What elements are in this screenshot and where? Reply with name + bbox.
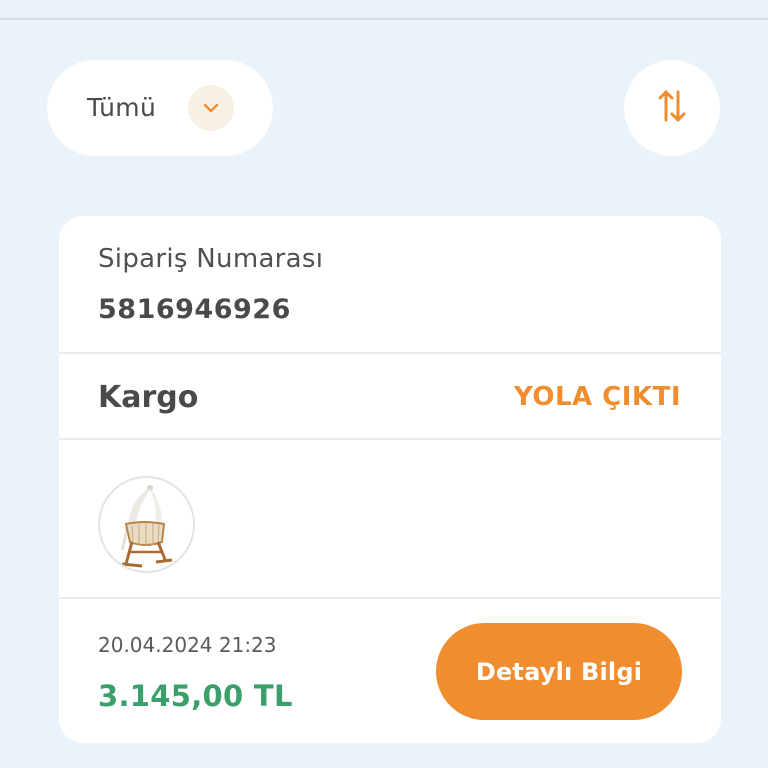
order-number: 5816946926 (98, 294, 291, 325)
order-number-label: Sipariş Numarası (98, 244, 324, 274)
card-divider (59, 352, 721, 354)
filter-dropdown[interactable]: Tümü (47, 60, 273, 156)
card-divider (59, 438, 721, 440)
order-card: Sipariş Numarası 5816946926 Kargo YOLA Ç… (59, 216, 721, 743)
detail-button[interactable]: Detaylı Bilgi (436, 623, 682, 720)
card-divider (59, 597, 721, 599)
order-date: 20.04.2024 21:23 (98, 633, 277, 657)
sort-arrows-icon (657, 88, 687, 128)
sort-button[interactable] (624, 60, 720, 156)
header-divider (0, 18, 768, 20)
shipping-label: Kargo (98, 380, 199, 415)
chevron-down-icon (188, 85, 234, 131)
order-total: 3.145,00 TL (98, 679, 293, 713)
shipping-status: YOLA ÇIKTI (513, 382, 681, 412)
baby-cradle-image (120, 484, 172, 567)
filter-selected-label: Tümü (87, 93, 157, 122)
product-thumbnail[interactable] (98, 476, 195, 573)
